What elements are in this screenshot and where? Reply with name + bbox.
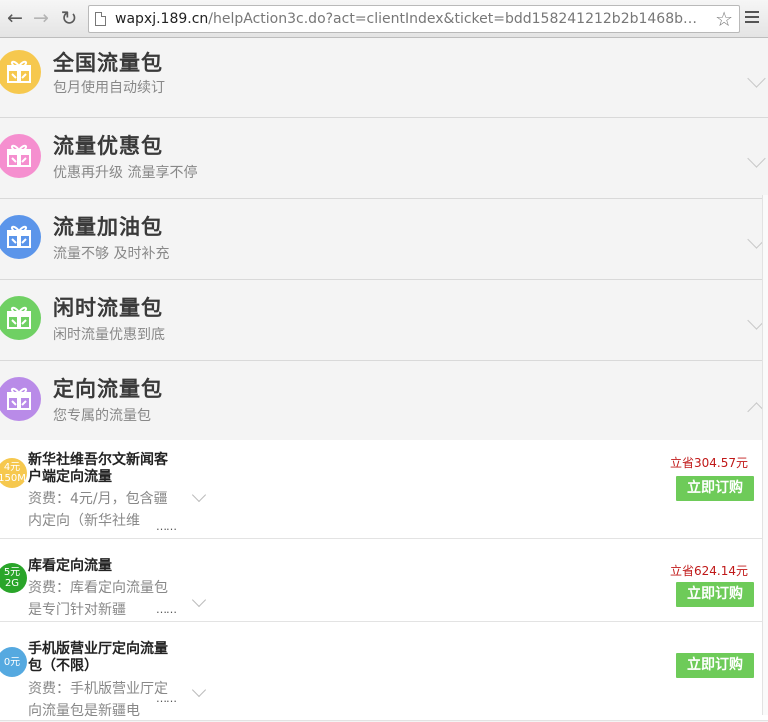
product-title: 新华社维吾尔文新闻客户端定向流量 [28, 452, 168, 485]
product-list: 4元 150M 新华社维吾尔文新闻客户端定向流量资费：4元/月，包含疆内定向（新华社… [0, 440, 768, 721]
gift-icon [0, 377, 41, 421]
buy-now-button[interactable]: 立即订购 [676, 653, 754, 678]
chevron-down-icon[interactable] [191, 592, 207, 608]
browser-toolbar: ← → ↻ wapxj.189.cn/helpAction3c.do?act=c… [0, 0, 768, 38]
product-row[interactable]: 5元 2G 库看定向流量 资费：库看定向流量包是专门针对新疆…… 立省624.14元 立即… [0, 539, 768, 622]
category-title: 全国流量包 [53, 51, 163, 75]
product-description: 资费：库看定向流量包是专门针对新疆 [28, 580, 168, 618]
category-list: 全国流量包包月使用自动续订流量优惠包优惠再升级 流量享不停流量加油包流量不够 及… [0, 38, 768, 442]
badge-price: 5元 [3, 567, 21, 578]
category-row[interactable]: 闲时流量包闲时流量优惠到底 [0, 280, 768, 361]
product-title: 库看定向流量 [28, 558, 112, 574]
product-row[interactable]: 0元 手机版营业厅定向流量包（不限） 资费：手机版营业厅定向流量包是新疆电…… 立即订… [0, 622, 768, 721]
gift-icon [0, 215, 41, 259]
badge-price: 4元 [3, 462, 21, 473]
category-subtitle: 包月使用自动续订 [53, 80, 165, 96]
price-badge: 0元 [0, 647, 27, 677]
category-subtitle: 优惠再升级 流量享不停 [53, 165, 198, 181]
address-bar[interactable]: wapxj.189.cn/helpAction3c.do?act=clientI… [88, 5, 740, 33]
buy-now-button[interactable]: 立即订购 [676, 476, 754, 501]
chevron-down-icon[interactable] [747, 69, 766, 88]
price-badge: 4元 150M [0, 458, 27, 488]
product-row[interactable]: 4元 150M 新华社维吾尔文新闻客户端定向流量资费：4元/月，包含疆内定向（新华社… [0, 440, 768, 539]
menu-icon[interactable] [745, 11, 759, 25]
category-title: 流量加油包 [53, 215, 163, 239]
more-dots: …… [156, 692, 177, 705]
savings-text: 立省624.14元 [670, 564, 748, 578]
back-arrow-icon[interactable]: ← [4, 7, 26, 29]
reload-icon[interactable]: ↻ [58, 7, 80, 29]
buy-now-button[interactable]: 立即订购 [676, 582, 754, 607]
product-title: 手机版营业厅定向流量包（不限） [28, 641, 168, 674]
url-path: /helpAction3c.do?act=clientIndex&ticket=… [208, 11, 705, 27]
category-title: 流量优惠包 [53, 134, 163, 158]
category-row[interactable]: 全国流量包包月使用自动续订 [0, 38, 768, 118]
gift-icon [0, 296, 41, 340]
more-dots: …… [156, 603, 177, 616]
gift-icon [0, 134, 41, 178]
gift-icon [0, 49, 41, 94]
chevron-down-icon[interactable] [191, 487, 207, 503]
badge-price: 0元 [3, 656, 21, 668]
category-title: 闲时流量包 [53, 296, 163, 320]
category-row[interactable]: 流量加油包流量不够 及时补充 [0, 199, 768, 280]
price-badge: 5元 2G [0, 563, 27, 593]
chevron-down-icon[interactable] [191, 682, 207, 698]
scrollbar[interactable] [762, 195, 768, 715]
chevron-down-icon[interactable] [747, 149, 766, 168]
category-row[interactable]: 定向流量包您专属的流量包 [0, 361, 768, 442]
category-subtitle: 闲时流量优惠到底 [53, 327, 165, 343]
badge-volume: 150M [0, 473, 26, 484]
category-title: 定向流量包 [53, 377, 163, 401]
category-subtitle: 流量不够 及时补充 [53, 246, 170, 262]
more-dots: …… [156, 520, 177, 533]
savings-text: 立省304.57元 [670, 456, 748, 470]
category-subtitle: 您专属的流量包 [53, 408, 151, 424]
page-icon [95, 12, 106, 26]
url-host: wapxj.189.cn [115, 11, 209, 27]
url-text[interactable]: wapxj.189.cn/helpAction3c.do?act=clientI… [115, 10, 705, 28]
category-row[interactable]: 流量优惠包优惠再升级 流量享不停 [0, 118, 768, 199]
bookmark-star-icon[interactable]: ☆ [715, 8, 733, 30]
badge-volume: 2G [4, 578, 20, 589]
forward-arrow-icon[interactable]: → [30, 7, 52, 29]
product-description: 资费：4元/月，包含疆内定向（新华社维 [28, 491, 168, 529]
product-description: 资费：手机版营业厅定向流量包是新疆电 [28, 681, 168, 719]
